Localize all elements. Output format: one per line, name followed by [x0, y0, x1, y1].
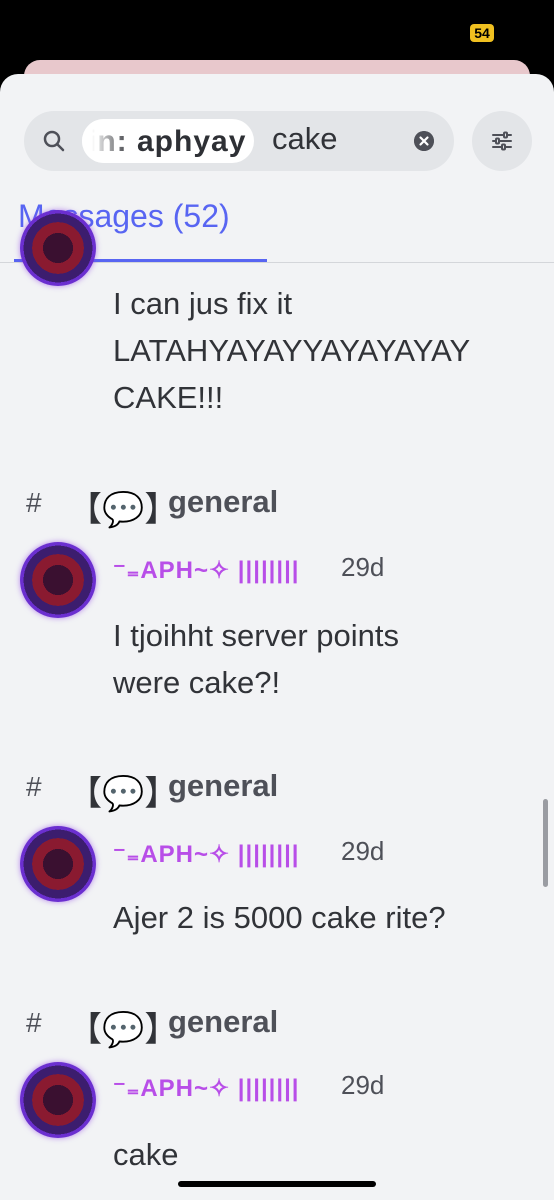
scrollbar[interactable] — [543, 799, 548, 887]
search-icon — [43, 130, 65, 152]
timestamp: 29d — [341, 836, 385, 866]
avatar[interactable] — [20, 210, 96, 286]
avatar[interactable] — [20, 1062, 96, 1138]
channel-emoji: 【💬】 — [68, 1011, 179, 1049]
close-circle-icon[interactable] — [414, 131, 434, 151]
timestamp: 29d — [341, 1070, 385, 1100]
avatar[interactable] — [20, 542, 96, 618]
username[interactable]: ⁻₌APH~✧ |||||||| — [113, 1074, 300, 1103]
message-line: I can jus fix it — [113, 286, 293, 321]
channel-name[interactable]: general — [168, 484, 278, 520]
channel-hash-icon: # — [26, 487, 42, 518]
search-bar[interactable]: in: aphyay cake — [24, 111, 454, 171]
search-filter-chip[interactable]: in: aphyay — [82, 119, 254, 163]
message-text: I tjoihht server points were cake?! — [113, 612, 399, 706]
message-line: I tjoihht server points — [113, 618, 400, 653]
channel-hash-icon: # — [26, 1007, 42, 1038]
username[interactable]: ⁻₌APH~✧ |||||||| — [113, 556, 300, 585]
timestamp: 29d — [341, 552, 385, 582]
chip-fade — [82, 119, 132, 163]
search-input[interactable]: cake — [272, 121, 337, 157]
message-line: CAKE!!! — [113, 380, 224, 415]
message-text: I can jus fix it LATAHYAYAYYAYAYAYAY CAK… — [113, 280, 470, 421]
message-line: were cake?! — [113, 665, 281, 700]
search-sheet: in: aphyay cake Messages (52) I can jus … — [0, 74, 554, 1200]
message-line: LATAHYAYAYYAYAYAYAY — [113, 333, 471, 368]
channel-emoji: 【💬】 — [68, 491, 179, 529]
username[interactable]: ⁻₌APH~✧ |||||||| — [113, 840, 300, 869]
battery-badge: 54 — [470, 24, 494, 42]
filter-button[interactable] — [472, 111, 532, 171]
message-line: Ajer 2 is 5000 cake rite? — [113, 900, 446, 935]
message-text: Ajer 2 is 5000 cake rite? — [113, 894, 446, 941]
home-indicator[interactable] — [178, 1181, 376, 1187]
channel-hash-icon: # — [26, 771, 42, 802]
sliders-icon — [492, 131, 512, 151]
avatar[interactable] — [20, 826, 96, 902]
channel-emoji: 【💬】 — [68, 775, 179, 813]
message-text: cake — [113, 1131, 178, 1178]
channel-name[interactable]: general — [168, 768, 278, 804]
message-line: cake — [113, 1137, 179, 1172]
channel-name[interactable]: general — [168, 1004, 278, 1040]
